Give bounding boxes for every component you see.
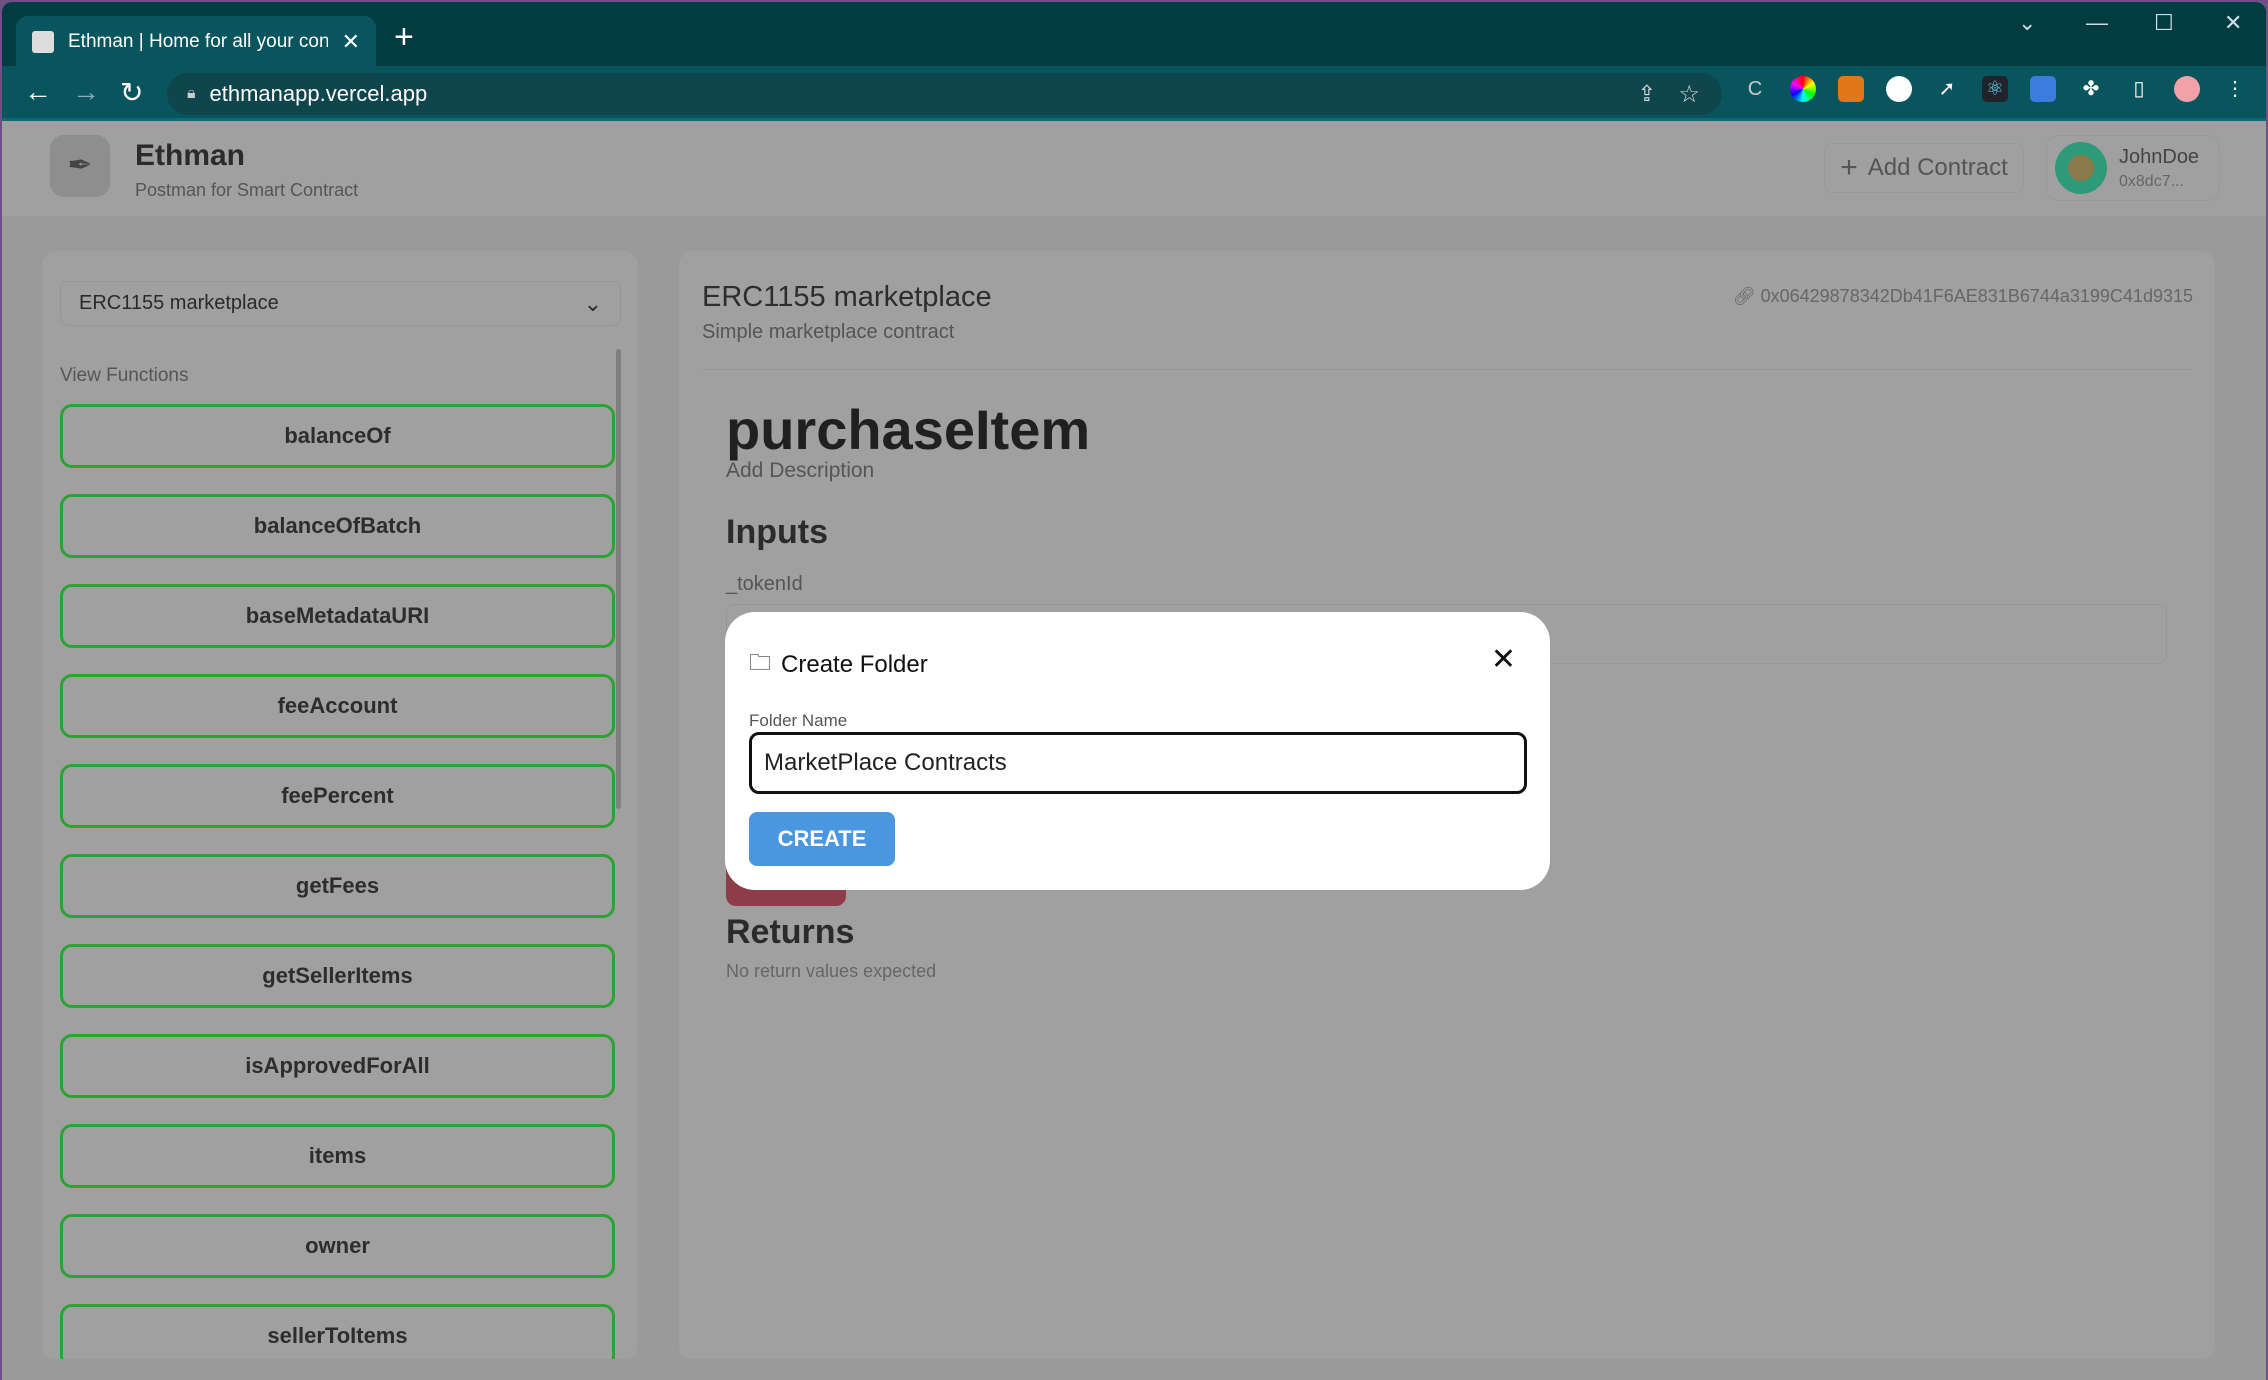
function-button-feePercent[interactable]: feePercent [60,764,615,828]
function-button-balanceOfBatch[interactable]: balanceOfBatch [60,494,615,558]
plus-icon: + [1840,151,1858,184]
maximize-icon[interactable]: ☐ [2154,10,2174,36]
profile-avatar[interactable] [2174,76,2200,102]
user-account[interactable]: JohnDoe 0x8dc7... [2046,135,2220,201]
tab-title: Ethman | Home for all your contr [68,31,328,52]
address-bar: ← → ↻ 🔒︎ ethmanapp.vercel.app ⇪ ☆ C ➚ ⚛ … [2,66,2266,121]
color-picker-extension-icon[interactable] [1790,76,1816,102]
function-button-balanceOf[interactable]: balanceOf [60,404,615,468]
browser-tab[interactable]: Ethman | Home for all your contr ✕ [16,16,376,68]
function-button-items[interactable]: items [60,1124,615,1188]
function-list: balanceOf balanceOfBatch baseMetadataURI fe… [60,404,615,1359]
view-functions-label: View Functions [60,365,189,386]
new-tab-icon[interactable]: + [394,18,414,57]
bookmark-star-icon[interactable]: ☆ [1678,80,1700,109]
close-window-icon[interactable]: ✕ [2224,10,2242,36]
browser-window: Ethman | Home for all your contr ✕ + ⌄ —… [2,2,2266,1380]
app-name: Ethman [135,139,246,172]
user-name: JohnDoe [2119,145,2200,168]
tab-bar: Ethman | Home for all your contr ✕ + ⌄ —… [2,2,2266,68]
function-button-isApprovedForAll[interactable]: isApprovedForAll [60,1034,615,1098]
function-button-getFees[interactable]: getFees [60,854,615,918]
chevron-down-icon: ⌄ [583,290,602,316]
minimize-icon[interactable]: — [2086,10,2108,36]
back-icon[interactable]: ← [24,76,52,108]
extension-round-icon[interactable] [1886,76,1912,102]
returns-heading: Returns [726,913,855,951]
function-name: purchaseItem [726,398,1091,461]
contract-address-text: 0x06429878342Db41F6AE831B6744a3199C41d93… [1760,286,2193,306]
add-contract-button[interactable]: + Add Contract [1824,143,2024,193]
folder-plus-icon: 🗀︎ [749,650,772,675]
add-description[interactable]: Add Description [726,459,874,483]
create-button[interactable]: CREATE [749,812,895,866]
contract-description: Simple marketplace contract [702,321,955,343]
modal-title: Create Folder [781,651,928,678]
function-button-sellerToItems[interactable]: sellerToItems [60,1304,615,1359]
tab-search-icon[interactable]: ⌄ [2018,10,2036,36]
metamask-icon[interactable] [1838,76,1864,102]
avatar [2055,142,2107,194]
favicon-icon [32,31,54,53]
function-button-baseMetadataURI[interactable]: baseMetadataURI [60,584,615,648]
share-icon[interactable]: ⇪ [1638,81,1656,107]
url-field[interactable]: 🔒︎ ethmanapp.vercel.app ⇪ ☆ [167,73,1722,115]
sidebar: ERC1155 marketplace ⌄ View Functions bal… [42,251,638,1359]
contract-select[interactable]: ERC1155 marketplace ⌄ [60,281,621,326]
lock-icon: 🔒︎ [187,85,196,102]
close-icon[interactable]: ✕ [1491,642,1516,677]
app-tagline: Postman for Smart Contract [135,180,359,200]
folder-name-input[interactable] [749,732,1527,794]
contract-title: ERC1155 marketplace [702,281,992,313]
user-address: 0x8dc7... [2119,172,2184,190]
selected-contract: ERC1155 marketplace [79,292,279,314]
create-folder-modal: 🗀︎ Create Folder ✕ Folder Name CREATE [725,612,1550,890]
divider [702,369,2193,370]
sidebar-scrollbar[interactable] [616,349,621,809]
url-text: ethmanapp.vercel.app [209,81,428,106]
returns-text: No return values expected [726,961,937,981]
forward-icon[interactable]: → [72,76,100,108]
extension-c-icon[interactable]: C [1742,76,1768,102]
inputs-heading: Inputs [726,513,828,551]
app-header: ✒ Ethman Postman for Smart Contract + Ad… [2,121,2266,216]
ethman-logo: ✒ [50,135,110,197]
extension-blue-icon[interactable] [2030,76,2056,102]
link-icon: 🔗︎ [1732,286,1761,306]
contract-address[interactable]: 🔗︎ 0x06429878342Db41F6AE831B6744a3199C41… [1733,286,2193,307]
function-button-feeAccount[interactable]: feeAccount [60,674,615,738]
menu-kebab-icon[interactable]: ⋮ [2222,76,2248,102]
folder-name-label: Folder Name [749,711,848,730]
function-button-getSellerItems[interactable]: getSellerItems [60,944,615,1008]
add-contract-label: Add Contract [1867,154,2008,181]
function-button-owner[interactable]: owner [60,1214,615,1278]
cursor-xy-extension-icon[interactable]: ➚ [1934,76,1960,102]
reload-icon[interactable]: ↻ [120,76,143,109]
tokenid-label: _tokenId [726,573,803,595]
side-panel-icon[interactable]: ▯ [2126,76,2152,102]
extensions-puzzle-icon[interactable]: ✤ [2078,76,2104,102]
react-devtools-icon[interactable]: ⚛ [1982,76,2008,102]
close-tab-icon[interactable]: ✕ [342,29,360,55]
